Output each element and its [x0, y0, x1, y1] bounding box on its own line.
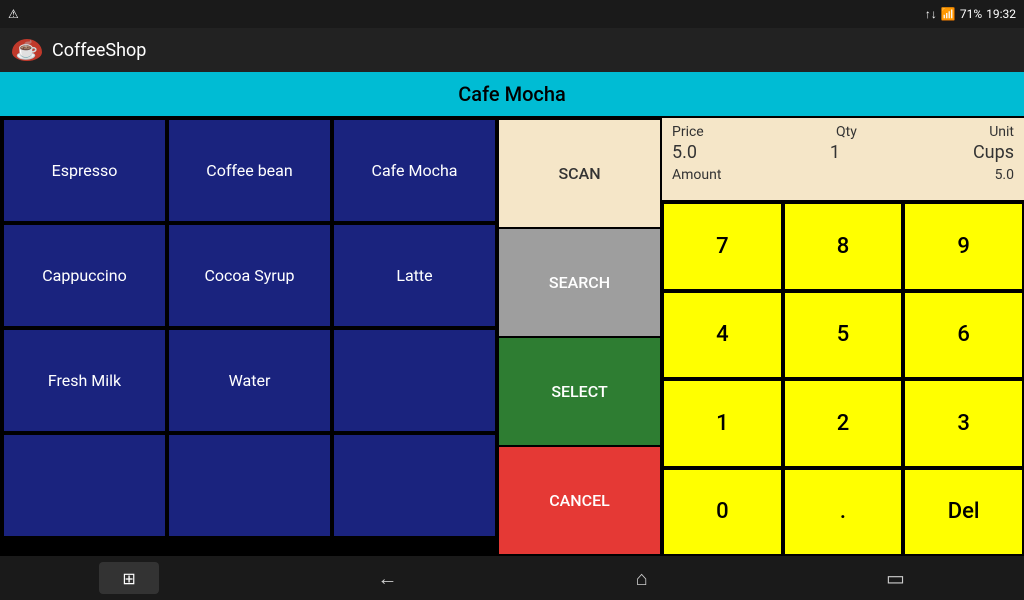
status-right: ↑↓ 📶 71% 19:32	[925, 7, 1016, 21]
price-label: Price	[672, 124, 704, 140]
recent-button[interactable]: ▭	[866, 560, 925, 596]
numpad-key-4[interactable]: 4	[662, 291, 783, 380]
product-btn-empty1[interactable]	[332, 328, 497, 433]
numpad-key-5[interactable]: 5	[783, 291, 904, 380]
content-area: EspressoCoffee beanCafe MochaCappuccinoC…	[0, 116, 1024, 556]
numpad-key-8[interactable]: 8	[783, 202, 904, 291]
qty-label: Qty	[836, 124, 857, 140]
cancel-button[interactable]: CANCEL	[497, 447, 662, 556]
numpad-key-dot[interactable]: .	[783, 468, 904, 557]
product-btn-empty2[interactable]	[2, 433, 167, 538]
back-button[interactable]: ←	[357, 560, 417, 597]
app-icon: ☕	[12, 39, 42, 61]
clock: 19:32	[986, 7, 1016, 21]
product-grid: EspressoCoffee beanCafe Mocha CappuccinoC…	[0, 116, 497, 556]
product-btn-cappuccino[interactable]: Cappuccino	[2, 223, 167, 328]
qty-value: 1	[830, 142, 840, 163]
product-btn-latte[interactable]: Latte	[332, 223, 497, 328]
amount-value: 5.0	[995, 167, 1014, 183]
amount-label: Amount	[672, 167, 721, 183]
battery-level: 71%	[960, 7, 982, 21]
product-btn-empty3[interactable]	[167, 433, 332, 538]
product-btn-empty4[interactable]	[332, 433, 497, 538]
numpad: 789 456 123 0.Del	[662, 202, 1024, 556]
right-panel: Price Qty Unit 5.0 1 Cups Amount 5.0 789…	[662, 116, 1024, 556]
home-button[interactable]: ⌂	[616, 560, 668, 597]
unit-label: Unit	[989, 124, 1014, 140]
numpad-key-1[interactable]: 1	[662, 379, 783, 468]
numpad-key-2[interactable]: 2	[783, 379, 904, 468]
wifi-icon: 📶	[941, 7, 956, 21]
info-area: Price Qty Unit 5.0 1 Cups Amount 5.0	[662, 118, 1024, 202]
selected-product-title: Cafe Mocha	[458, 82, 566, 106]
status-bar: ⚠ ↑↓ 📶 71% 19:32	[0, 0, 1024, 28]
main-content: Cafe Mocha EspressoCoffee beanCafe Mocha…	[0, 72, 1024, 556]
title-bar: ☕ CoffeeShop	[0, 28, 1024, 72]
product-btn-espresso[interactable]: Espresso	[2, 118, 167, 223]
scan-button[interactable]: SCAN	[497, 118, 662, 229]
nav-bar: ⊞ ← ⌂ ▭	[0, 556, 1024, 600]
warning-icon: ⚠	[8, 7, 19, 21]
numpad-key-0[interactable]: 0	[662, 468, 783, 557]
product-btn-fresh-milk[interactable]: Fresh Milk	[2, 328, 167, 433]
numpad-key-9[interactable]: 9	[903, 202, 1024, 291]
numpad-key-Del[interactable]: Del	[903, 468, 1024, 557]
header-banner: Cafe Mocha	[0, 72, 1024, 116]
unit-value: Cups	[973, 142, 1014, 163]
product-btn-cocoa-syrup[interactable]: Cocoa Syrup	[167, 223, 332, 328]
signal-icon: ↑↓	[925, 7, 937, 21]
numpad-key-7[interactable]: 7	[662, 202, 783, 291]
app-title: CoffeeShop	[52, 40, 146, 61]
search-button[interactable]: SEARCH	[497, 229, 662, 338]
select-button[interactable]: SELECT	[497, 338, 662, 447]
status-left: ⚠	[8, 7, 19, 21]
product-btn-cafe-mocha[interactable]: Cafe Mocha	[332, 118, 497, 223]
numpad-key-3[interactable]: 3	[903, 379, 1024, 468]
numpad-key-6[interactable]: 6	[903, 291, 1024, 380]
product-btn-coffee-bean[interactable]: Coffee bean	[167, 118, 332, 223]
qr-button[interactable]: ⊞	[99, 562, 159, 594]
product-btn-water[interactable]: Water	[167, 328, 332, 433]
price-value: 5.0	[672, 142, 697, 163]
action-buttons: SCAN SEARCH SELECT CANCEL	[497, 116, 662, 556]
